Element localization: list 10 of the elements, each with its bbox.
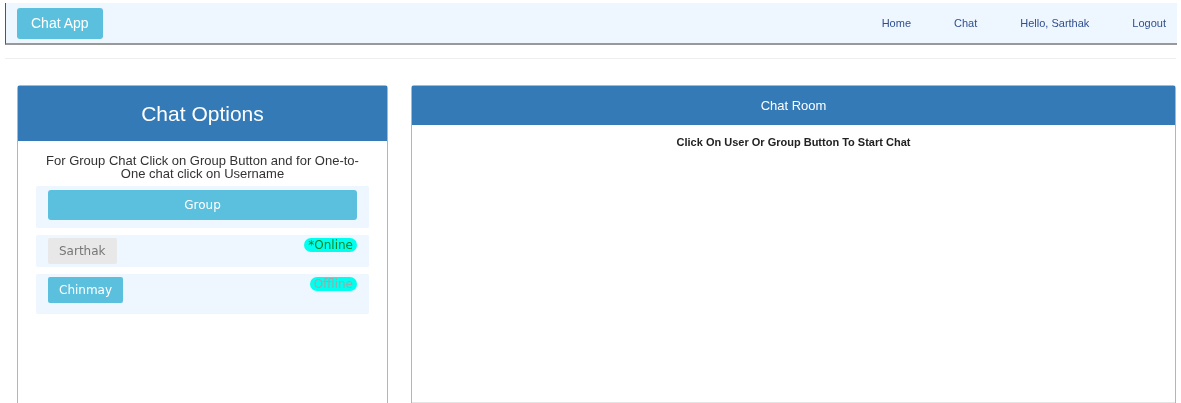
nav-link[interactable]: Logout: [1132, 17, 1166, 29]
nav-link[interactable]: Chat: [954, 17, 978, 29]
panel-title: Chat Room: [760, 98, 827, 113]
chat-message: Click On User Or Group Button To Start Chat: [675, 136, 912, 148]
instructions-text: For Group Chat Click on Group Button and for One-to-One chat click on Username: [45, 154, 360, 180]
status-badge: *Online: [304, 238, 357, 252]
nav-link[interactable]: Home: [881, 17, 911, 29]
status-badge: Offline: [309, 277, 357, 291]
panel-title: Chat Options: [141, 101, 264, 126]
nav-link[interactable]: Hello, Sarthak: [1020, 17, 1090, 29]
